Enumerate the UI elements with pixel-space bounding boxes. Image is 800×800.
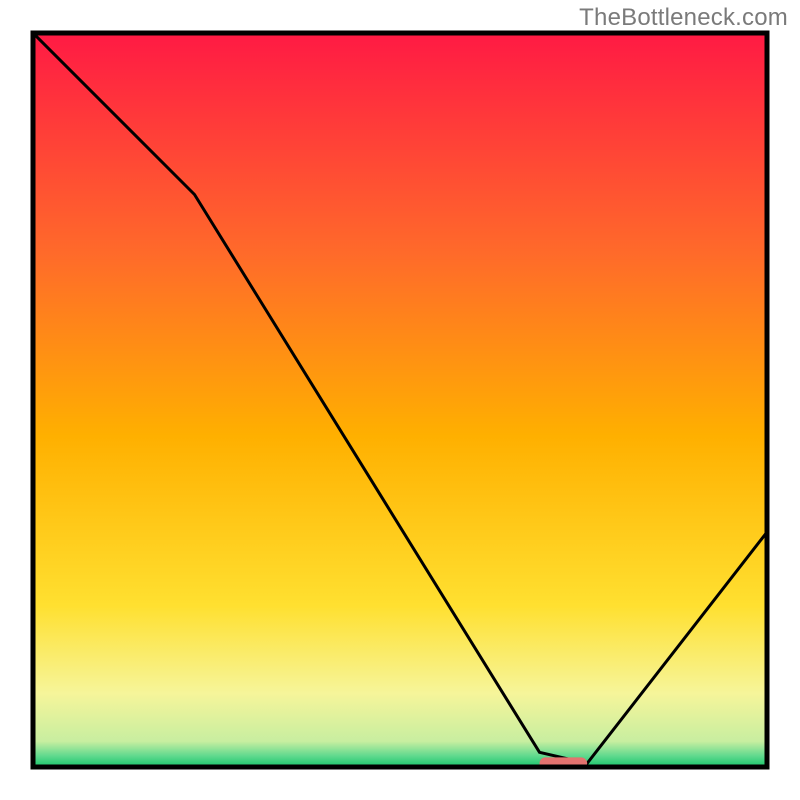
bottleneck-chart xyxy=(0,0,800,800)
chart-container: { "watermark": { "text": "TheBottleneck.… xyxy=(0,0,800,800)
